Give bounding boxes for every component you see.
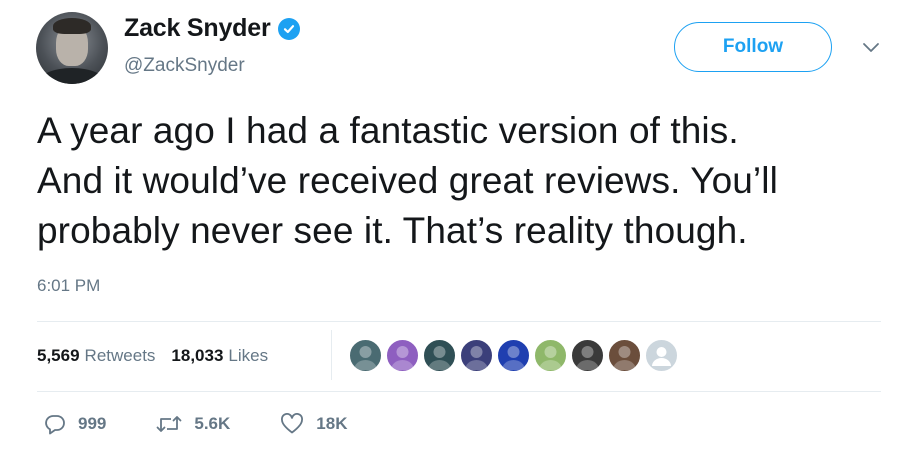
chevron-down-icon[interactable] [862,40,880,54]
retweet-icon [156,416,182,432]
tweet-text-line: A year ago I had a fantastic version of … [37,110,739,151]
tweet-text-line: probably never see it. That’s reality th… [37,210,748,251]
retweets-label: Retweets [84,346,156,365]
stats-separator [331,330,332,380]
likes-count: 18,033 [171,346,224,365]
likes-label: Likes [228,346,269,365]
liker-avatar[interactable] [570,338,605,373]
stats-bottom-divider [37,391,881,392]
liker-avatars [348,338,681,373]
display-name[interactable]: Zack Snyder [124,14,271,43]
liker-avatar[interactable] [496,338,531,373]
liker-avatar[interactable] [607,338,642,373]
like-count: 18K [316,414,348,433]
liker-avatar[interactable] [348,338,383,373]
reply-button[interactable]: 999 [44,413,106,435]
tweet-actions: 999 5.6K 18K [44,413,397,435]
retweets-stat[interactable]: 5,569 Retweets [37,346,155,366]
tweet-text: A year ago I had a fantastic version of … [37,106,897,256]
user-handle[interactable]: @ZackSnyder [124,55,245,77]
liker-avatar[interactable] [385,338,420,373]
avatar-shoulders [38,68,106,84]
avatar-hair [53,18,91,34]
tweet-card: Zack Snyder @ZackSnyder Follow A year ag… [0,0,920,463]
retweet-count: 5.6K [194,414,231,433]
reply-icon [45,415,65,435]
reply-count: 999 [78,414,107,433]
liker-avatar[interactable] [422,338,457,373]
likes-stat[interactable]: 18,033 Likes [171,346,268,366]
tweet-timestamp[interactable]: 6:01 PM [37,276,100,296]
name-row: Zack Snyder [124,14,301,43]
tweet-stats: 5,569 Retweets 18,033 Likes [37,321,284,391]
default-avatar-icon[interactable] [644,338,679,373]
avatar[interactable] [36,12,108,84]
liker-avatar[interactable] [533,338,568,373]
liker-avatar[interactable] [459,338,494,373]
heart-icon [281,413,304,434]
retweet-button[interactable]: 5.6K [156,413,230,435]
like-button[interactable]: 18K [280,413,347,435]
retweets-count: 5,569 [37,346,80,365]
verified-badge-icon [278,17,301,40]
follow-button[interactable]: Follow [674,22,832,72]
tweet-text-line: And it would’ve received great reviews. … [37,160,778,201]
